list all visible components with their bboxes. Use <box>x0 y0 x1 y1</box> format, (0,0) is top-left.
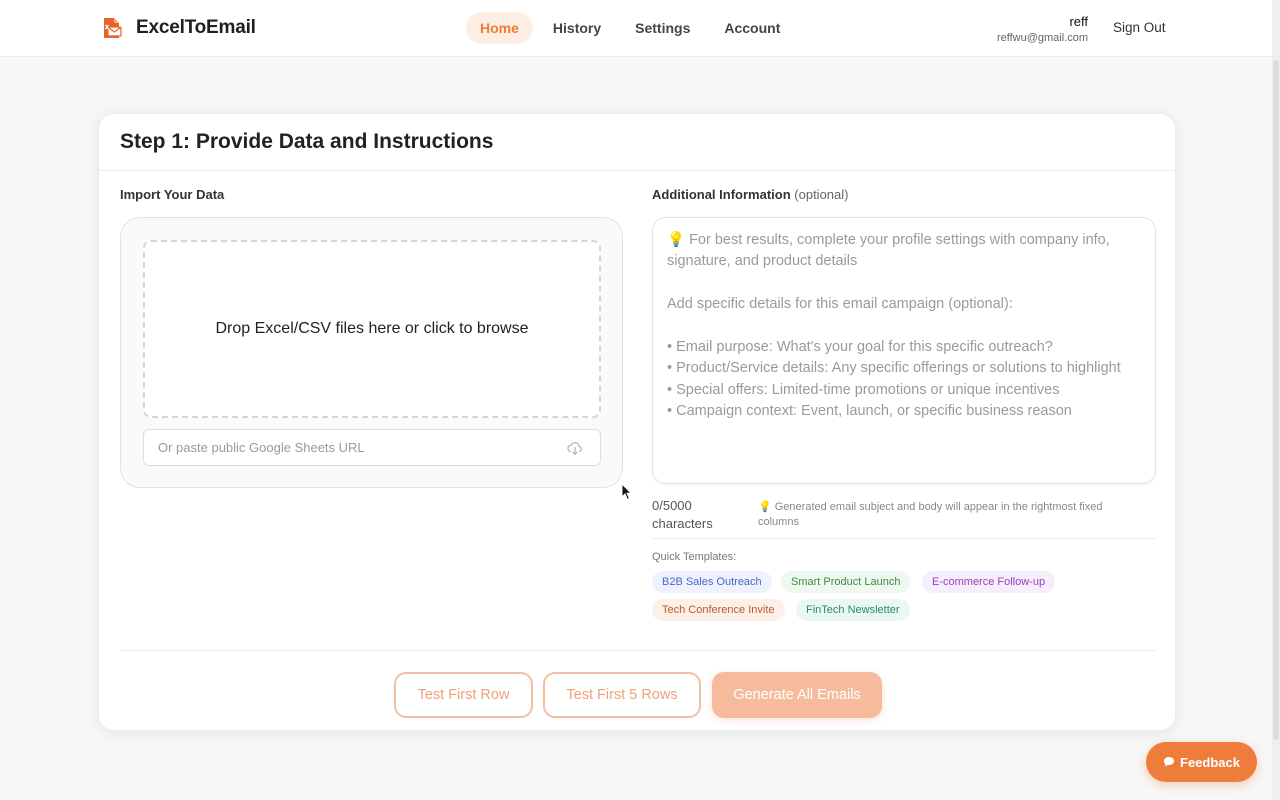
placeholder-line: Add specific details for this email camp… <box>667 296 1013 313</box>
app-name: ExcelToEmail <box>136 17 256 38</box>
placeholder-line: • Product/Service details: Any specific … <box>667 360 1121 377</box>
mouse-cursor-icon <box>621 483 633 501</box>
placeholder-line: • Campaign context: Event, launch, or sp… <box>667 403 1072 420</box>
template-chip-ecommerce-follow-up[interactable]: E-commerce Follow-up <box>922 571 1056 593</box>
google-sheets-url-field[interactable] <box>143 429 601 466</box>
app-logo[interactable]: ExcelToEmail <box>100 16 256 40</box>
nav-item-settings[interactable]: Settings <box>621 12 704 44</box>
google-sheets-url-input[interactable] <box>144 430 544 465</box>
nav-item-account[interactable]: Account <box>710 12 794 44</box>
test-first-row-button[interactable]: Test First Row <box>394 672 533 718</box>
generate-all-emails-button[interactable]: Generate All Emails <box>712 672 882 718</box>
step-title: Step 1: Provide Data and Instructions <box>120 130 494 153</box>
user-info: reff reffwu@gmail.com <box>997 14 1088 44</box>
additional-info-label: Additional Information (optional) <box>652 187 848 202</box>
step-1-card: Step 1: Provide Data and Instructions Im… <box>98 113 1176 731</box>
page-scrollbar[interactable] <box>1272 0 1280 800</box>
cloud-download-icon[interactable] <box>566 439 584 457</box>
file-dropzone[interactable]: Drop Excel/CSV files here or click to br… <box>143 240 601 418</box>
actions-divider <box>120 650 1156 651</box>
feedback-label: Feedback <box>1180 754 1240 770</box>
main-nav: Home History Settings Account <box>466 12 794 44</box>
templates-divider <box>652 538 1156 539</box>
user-name: reff <box>1069 14 1088 29</box>
card-header-divider <box>99 170 1175 171</box>
import-data-label: Import Your Data <box>120 187 225 202</box>
placeholder-blank-line <box>667 316 1141 337</box>
chat-bubble-icon <box>1164 757 1174 767</box>
template-chip-smart-product-launch[interactable]: Smart Product Launch <box>781 571 911 593</box>
top-navigation-bar: ExcelToEmail Home History Settings Accou… <box>0 0 1280 57</box>
import-panel: Drop Excel/CSV files here or click to br… <box>120 217 623 488</box>
placeholder-line: 💡 For best results, complete your profil… <box>667 232 1110 248</box>
placeholder-line: • Special offers: Limited-time promotion… <box>667 381 1060 398</box>
scrollbar-thumb[interactable] <box>1273 60 1279 740</box>
template-chip-fintech-newsletter[interactable]: FinTech Newsletter <box>796 599 910 621</box>
nav-item-history[interactable]: History <box>539 12 615 44</box>
template-chip-b2b-sales-outreach[interactable]: B2B Sales Outreach <box>652 571 772 593</box>
user-email: reffwu@gmail.com <box>996 32 1088 44</box>
nav-item-home[interactable]: Home <box>466 12 533 44</box>
placeholder-line: signature, and product details <box>667 253 858 270</box>
additional-info-textarea[interactable]: 💡 For best results, complete your profil… <box>652 217 1156 484</box>
char-count-unit: characters <box>652 516 713 531</box>
char-count-value: 0/5000 <box>652 498 692 513</box>
character-counter: 0/5000 characters <box>652 497 732 533</box>
quick-templates-label: Quick Templates: <box>652 551 737 563</box>
additional-info-title: Additional Information <box>652 187 791 202</box>
template-chip-tech-conference-invite[interactable]: Tech Conference Invite <box>652 599 785 621</box>
dropzone-text: Drop Excel/CSV files here or click to br… <box>215 320 529 337</box>
placeholder-blank-line <box>667 273 1141 294</box>
output-columns-hint: 💡 Generated email subject and body will … <box>758 501 1103 528</box>
test-first-5-rows-button[interactable]: Test First 5 Rows <box>543 672 701 718</box>
feedback-button[interactable]: Feedback <box>1146 742 1257 782</box>
placeholder-line: • Email purpose: What's your goal for th… <box>667 339 1053 355</box>
optional-tag: (optional) <box>794 187 849 202</box>
excel-email-logo-icon <box>104 18 122 38</box>
sign-out-button[interactable]: Sign Out <box>1113 20 1166 35</box>
